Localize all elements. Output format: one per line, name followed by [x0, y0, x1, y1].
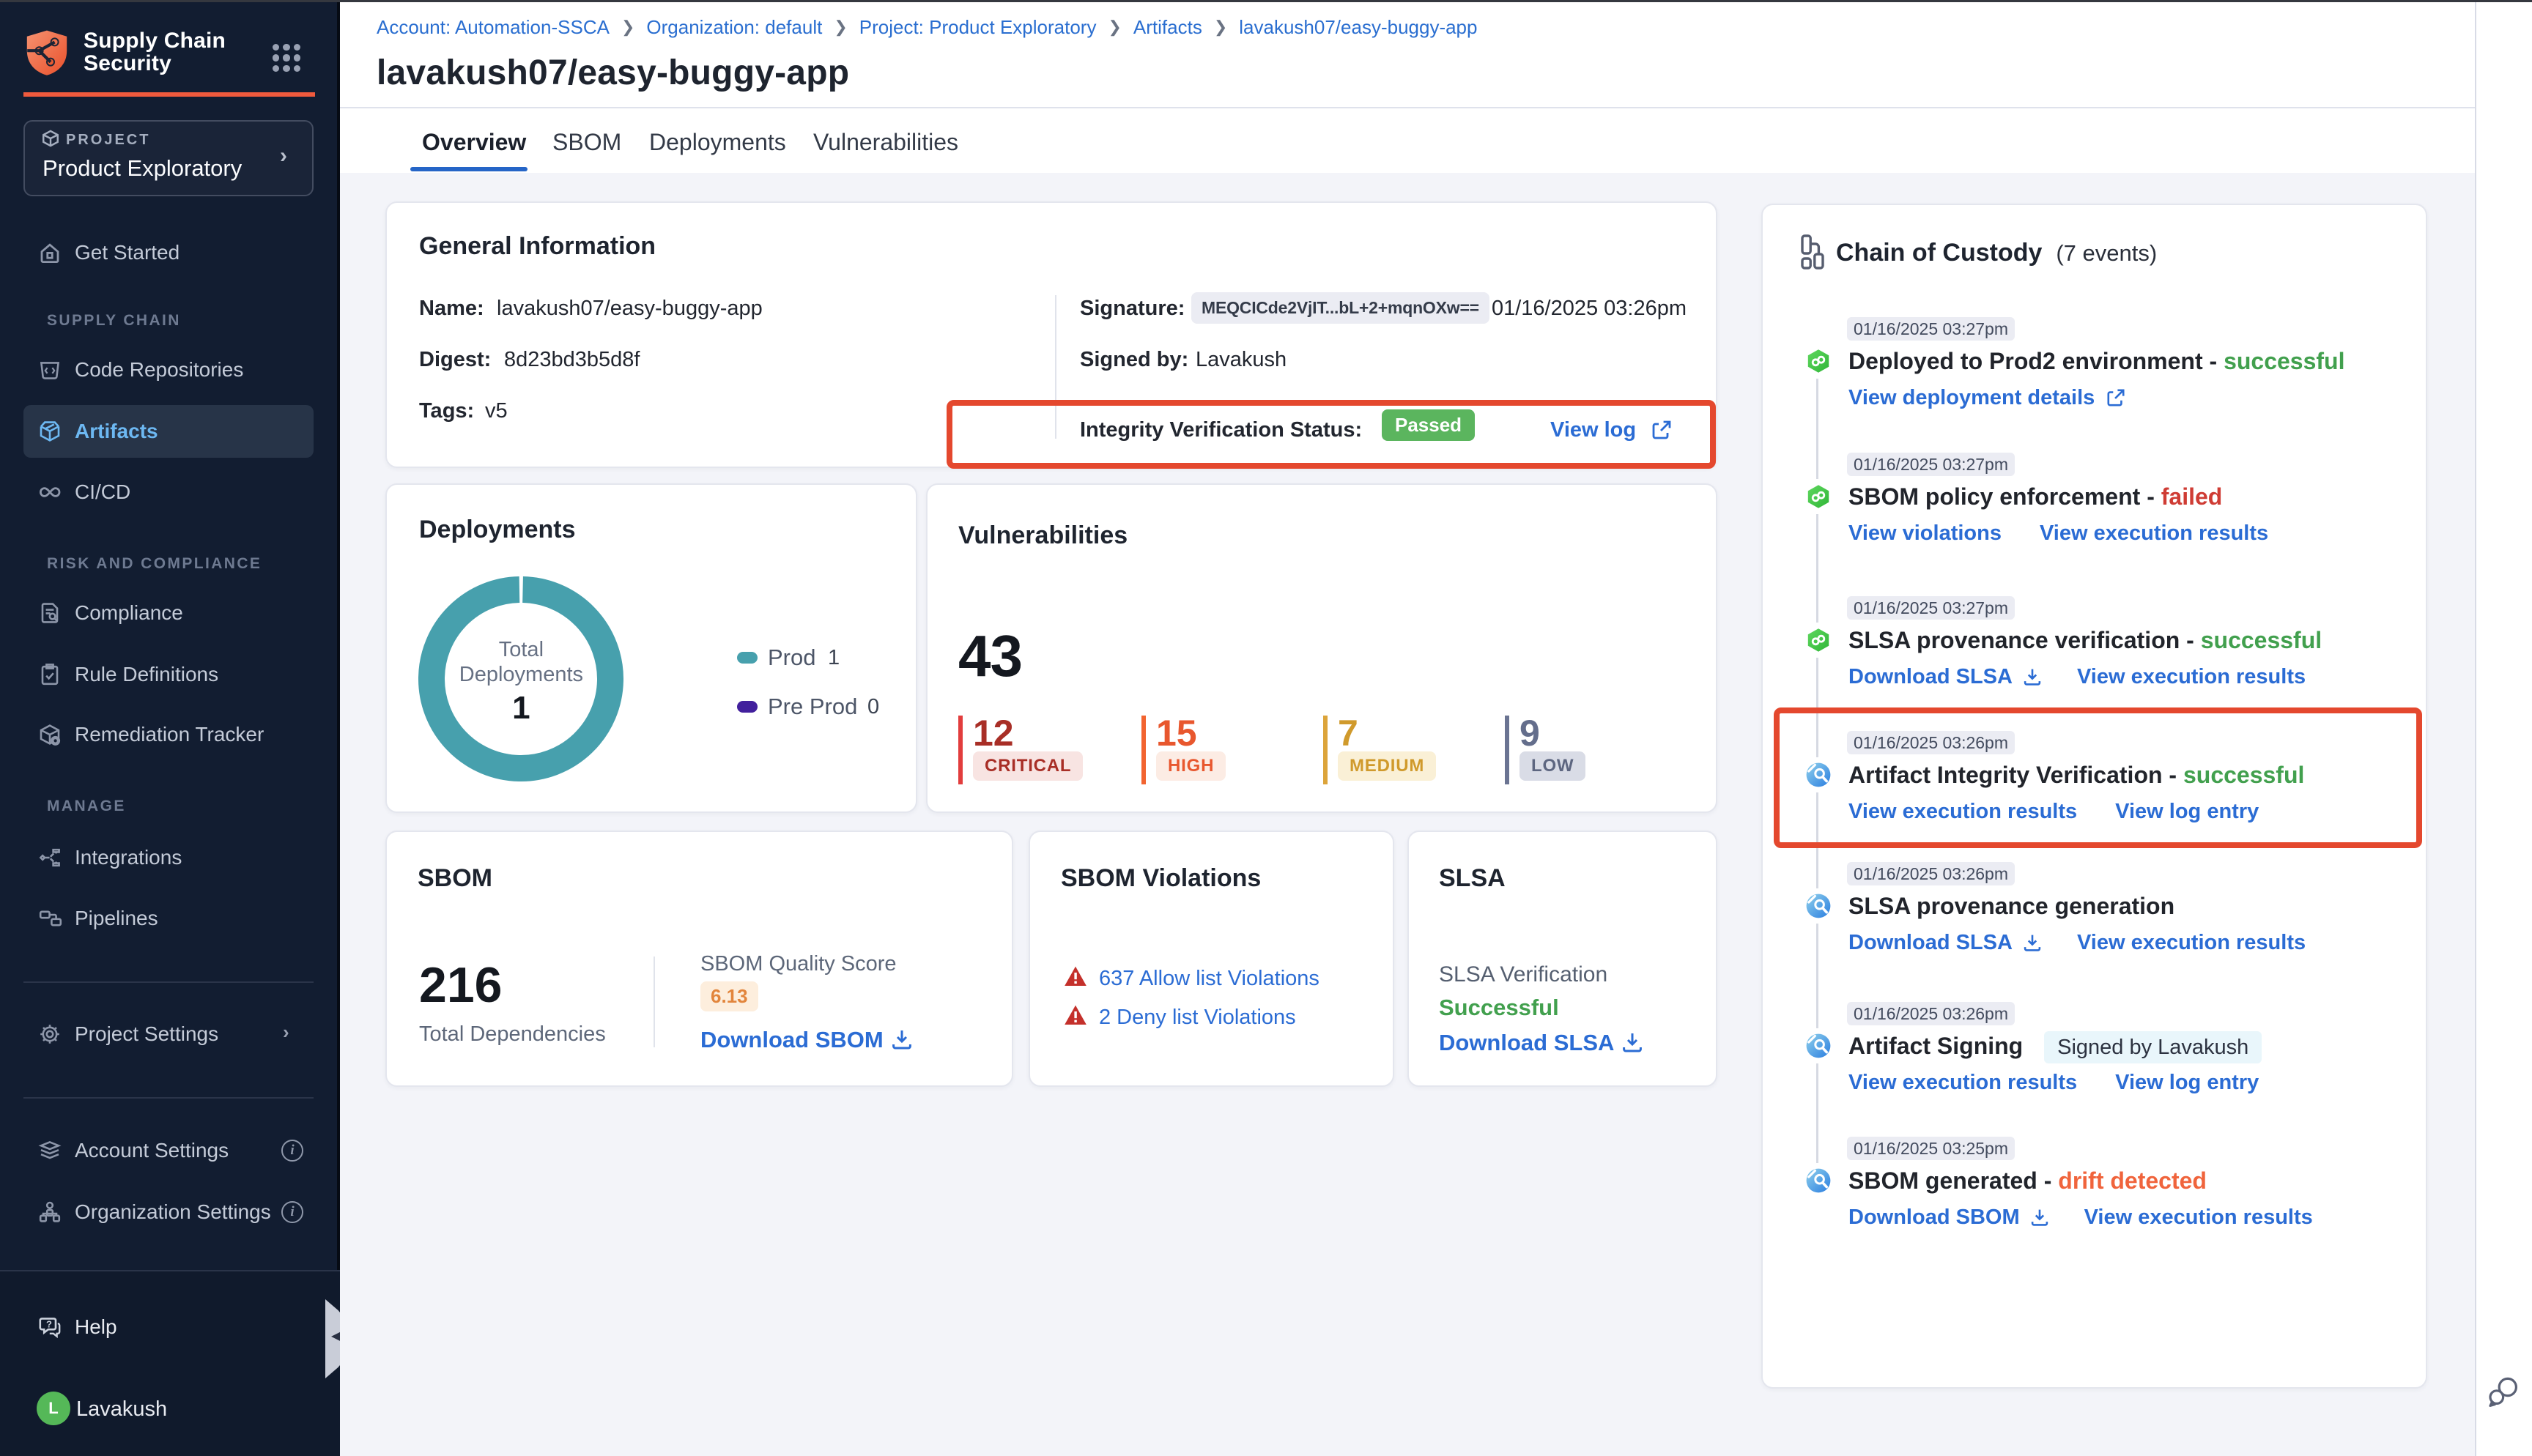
- svg-text:?: ?: [46, 1319, 52, 1330]
